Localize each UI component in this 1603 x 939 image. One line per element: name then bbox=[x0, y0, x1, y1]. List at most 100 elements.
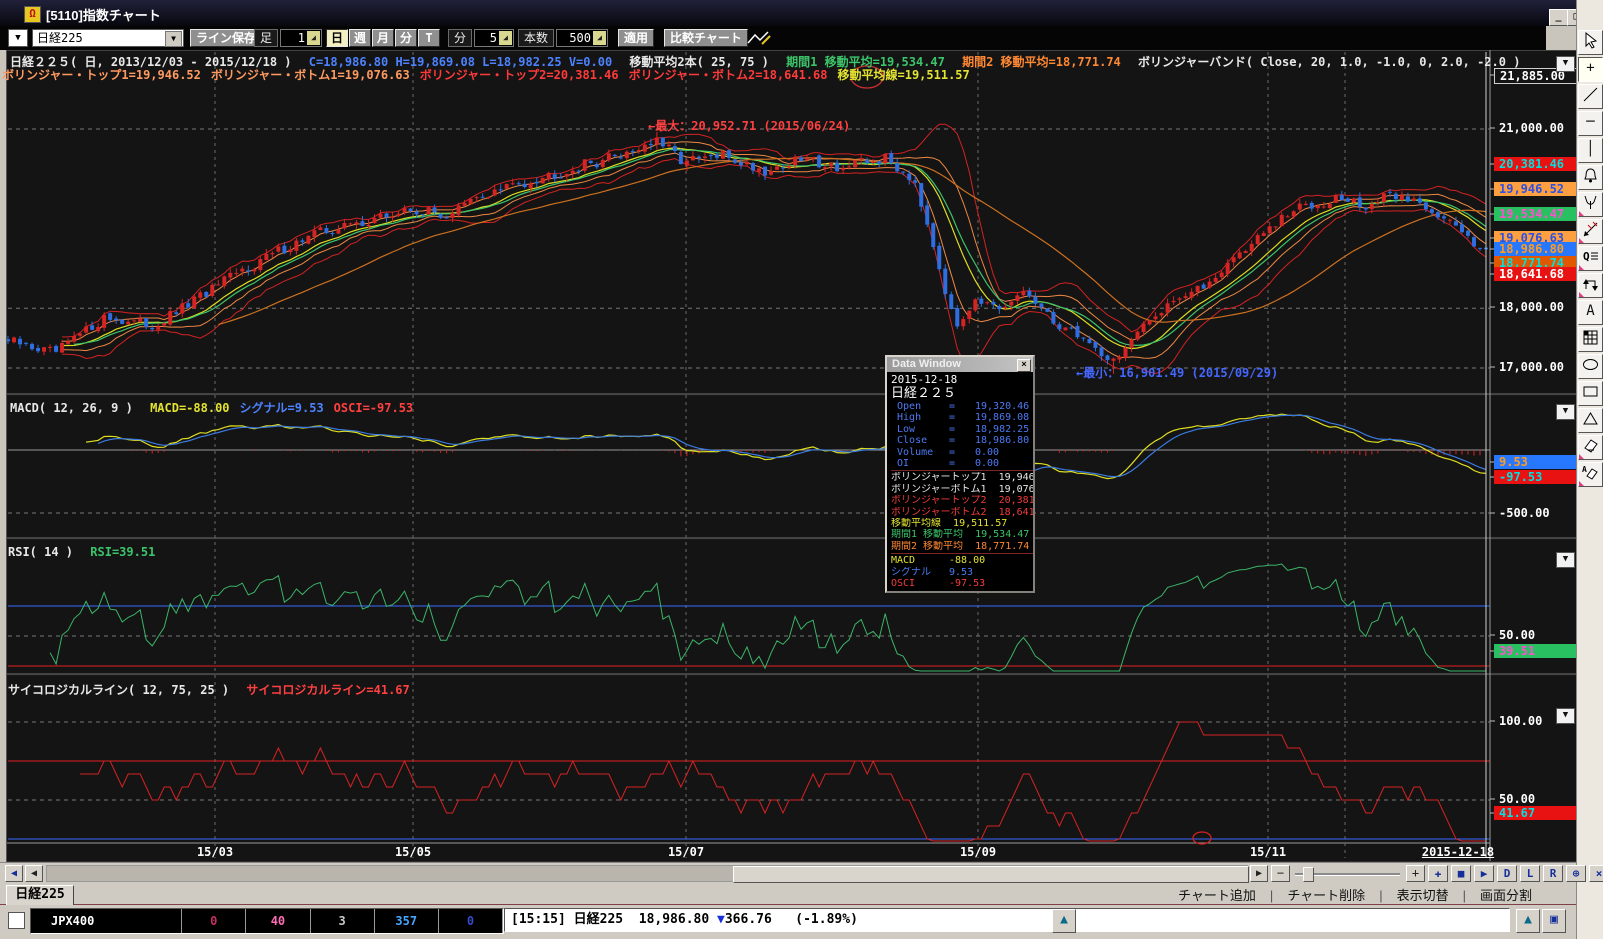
chart-action-button[interactable]: 表示切替 bbox=[1383, 888, 1463, 903]
chart-action-button[interactable]: チャート削除 bbox=[1273, 888, 1379, 903]
macd-panel-header: MACD( 12, 26, 9 ) MACD=-88.00シグナル=9.53OS… bbox=[10, 399, 433, 416]
collapse-rsi-panel-button[interactable]: ▼ bbox=[1556, 552, 1575, 568]
scrollbar-track[interactable] bbox=[46, 865, 1248, 882]
scroll-left-button[interactable]: ◀ bbox=[25, 865, 43, 882]
tab-nikkei225[interactable]: 日経225 bbox=[6, 885, 74, 906]
bollinger-values-header: ボリンジャー・トップ1=19,946.52ボリンジャー・ボトム1=19,076.… bbox=[2, 66, 980, 83]
rectangle-tool-icon[interactable] bbox=[1578, 381, 1603, 406]
title-bar[interactable]: Ω [5110]指数チャート bbox=[0, 0, 1603, 26]
play-button[interactable]: ▶ bbox=[1474, 865, 1494, 882]
apply-button[interactable]: 適用 bbox=[618, 29, 654, 47]
pan-button[interactable]: ✚ bbox=[1428, 865, 1448, 882]
data-window-row: RSI 39.51 bbox=[891, 590, 1033, 592]
chart-action-button[interactable]: チャート追加 bbox=[1164, 888, 1270, 903]
rsi-settings-label: RSI( 14 ) bbox=[8, 545, 73, 559]
eraser-icon[interactable] bbox=[1578, 435, 1603, 460]
grid-tool-icon[interactable] bbox=[1578, 327, 1603, 352]
scroll-right-button[interactable]: ▶ bbox=[1250, 865, 1268, 882]
period-button-T[interactable]: T bbox=[418, 29, 440, 47]
panel-up-icon[interactable]: ▲ bbox=[1516, 909, 1540, 933]
daily-button[interactable]: D bbox=[1497, 865, 1517, 882]
macd-values: MACD=-88.00シグナル=9.53OSCI=-97.53 bbox=[150, 401, 423, 415]
period-button-分[interactable]: 分 bbox=[395, 29, 417, 47]
alert-bell-icon[interactable] bbox=[1578, 165, 1603, 190]
data-window-date: 2015-12-18 bbox=[891, 373, 1033, 386]
axis-label: 18,000.00 bbox=[1494, 300, 1578, 314]
axis-label: 20,381.46 bbox=[1494, 157, 1578, 171]
minute-stepper[interactable]: 5 ◢ bbox=[474, 29, 514, 47]
data-window-row: ボリンジャートップ2 20,381.46 bbox=[891, 495, 1033, 506]
favorite-flag-icon bbox=[1579, 292, 1584, 297]
draw-line-mode-icon[interactable] bbox=[746, 29, 772, 47]
regression-line-icon[interactable] bbox=[1578, 219, 1603, 244]
data-window-row: MACD -88.00 bbox=[891, 555, 1033, 566]
market-stat-value: 0 bbox=[439, 909, 503, 933]
chevron-down-icon[interactable]: ▼ bbox=[165, 31, 182, 47]
minute-value: 5 bbox=[490, 31, 497, 45]
indicator-value: シグナル=9.53 bbox=[240, 401, 324, 415]
axis-label: 21,000.00 bbox=[1494, 121, 1578, 135]
data-window-title: Data Window bbox=[892, 358, 961, 370]
minimize-button[interactable]: _ bbox=[1549, 9, 1568, 26]
retracement-icon[interactable] bbox=[1578, 273, 1603, 298]
save-lines-button[interactable]: ライン保存 bbox=[190, 29, 262, 47]
stepper-arrows-icon[interactable]: ◢ bbox=[307, 31, 320, 45]
scroll-home-button[interactable]: ◀ bbox=[5, 865, 23, 882]
stepper-arrows-icon[interactable]: ◢ bbox=[499, 31, 512, 45]
symbol-combobox[interactable]: 日経225 ▼ bbox=[32, 29, 184, 47]
collapse-psych-panel-button[interactable]: ▼ bbox=[1556, 708, 1575, 724]
data-window-close-icon[interactable]: × bbox=[1017, 359, 1031, 372]
text-eraser-icon[interactable]: A bbox=[1578, 462, 1603, 487]
zoom-in-button[interactable]: + bbox=[1406, 865, 1425, 882]
compare-chart-button[interactable]: 比較チャート bbox=[664, 29, 748, 47]
period-button-月[interactable]: 月 bbox=[372, 29, 394, 47]
zoom-out-button[interactable]: − bbox=[1271, 865, 1290, 882]
data-window-row: ボリンジャーボトム2 18,641.68 bbox=[891, 507, 1033, 518]
period-button-日[interactable]: 日 bbox=[326, 29, 348, 47]
collapse-macd-panel-button[interactable]: ▼ bbox=[1556, 404, 1575, 420]
pitchfork-icon[interactable] bbox=[1578, 192, 1603, 217]
axis-label: 39.51 bbox=[1494, 644, 1578, 658]
horizontal-line-icon[interactable]: ─ bbox=[1578, 111, 1603, 136]
period-button-group: 日週月分T bbox=[326, 29, 441, 47]
stop-button[interactable]: ■ bbox=[1451, 865, 1471, 882]
data-window-popup[interactable]: Data Window × 2015-12-18 日経２２５ Open=19,3… bbox=[885, 355, 1035, 593]
ellipse-tool-icon[interactable] bbox=[1578, 354, 1603, 379]
collapse-price-panel-button[interactable]: ▼ bbox=[1556, 56, 1575, 72]
down-arrow-icon: ▼ bbox=[709, 912, 725, 927]
line-mode-button[interactable]: L bbox=[1520, 865, 1540, 882]
scrollbar-thumb[interactable] bbox=[733, 866, 1249, 883]
stepper-arrows-icon[interactable]: ◢ bbox=[593, 31, 606, 45]
triangle-tool-icon[interactable] bbox=[1578, 408, 1603, 433]
reset-button[interactable]: R bbox=[1543, 865, 1563, 882]
data-window-titlebar[interactable]: Data Window × bbox=[887, 357, 1033, 372]
current-date-label: 2015-12-18 bbox=[1422, 845, 1494, 859]
psych-values: サイコロジカルライン=41.67 bbox=[246, 683, 419, 697]
chart-canvas[interactable] bbox=[0, 50, 1576, 862]
text-tool-icon[interactable]: A bbox=[1578, 300, 1603, 325]
bar-count-stepper[interactable]: 500 ◢ bbox=[556, 29, 608, 47]
scroll-up-icon[interactable]: ▲ bbox=[1052, 909, 1076, 933]
bar-interval-stepper[interactable]: 1 ◢ bbox=[280, 29, 322, 47]
vertical-line-icon[interactable]: │ bbox=[1578, 138, 1603, 163]
period-button-週[interactable]: 週 bbox=[349, 29, 371, 47]
chart-action-button[interactable]: 画面分割 bbox=[1466, 888, 1546, 903]
symbol-list-dropdown-button[interactable]: ▼ bbox=[8, 29, 28, 47]
panel-window-icon[interactable]: ▣ bbox=[1542, 909, 1566, 933]
time-axis-label: 15/11 bbox=[1250, 845, 1286, 859]
drawing-toolbar: + ─│ Q A A bbox=[1576, 0, 1603, 939]
quote-list-icon[interactable]: Q bbox=[1578, 246, 1603, 271]
data-window-row: 移動平均線 19,511.57 bbox=[891, 518, 1033, 529]
zoom-button[interactable]: ⊕ bbox=[1566, 865, 1586, 882]
indicator-value: MACD=-88.00 bbox=[150, 401, 229, 415]
cursor-icon[interactable] bbox=[1578, 30, 1603, 55]
quote-change: 366.76 (-1.89%) bbox=[725, 912, 858, 927]
max-annotation: ←最大：20,952.71 (2015/06/24) bbox=[648, 117, 850, 134]
zoom-slider-thumb[interactable] bbox=[1303, 867, 1314, 882]
trendline-icon[interactable] bbox=[1578, 84, 1603, 109]
close-button[interactable]: × bbox=[1589, 865, 1603, 882]
status-checkbox[interactable] bbox=[8, 912, 25, 929]
crosshair-icon[interactable]: + bbox=[1578, 57, 1603, 82]
bollinger-value: ボリンジャー・トップ1=19,946.52 bbox=[2, 68, 201, 82]
index-name-label: JPX400 bbox=[31, 909, 182, 933]
